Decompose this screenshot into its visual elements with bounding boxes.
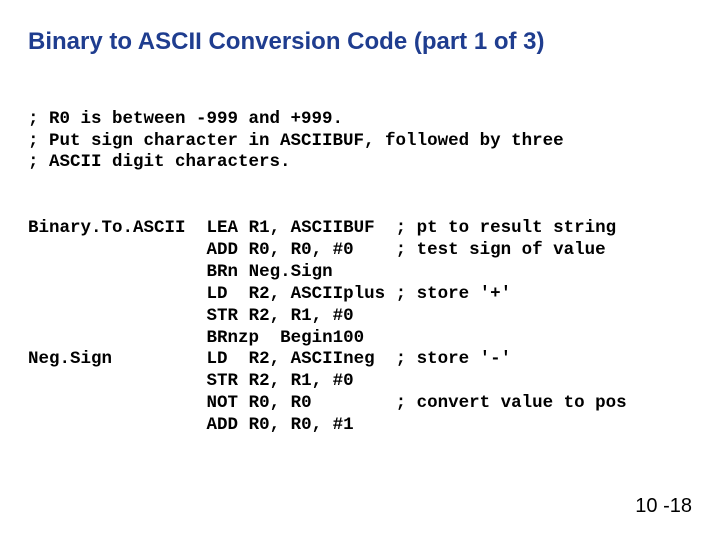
code-op: ADD — [207, 415, 239, 435]
code-comment: ; store '-' — [396, 349, 512, 369]
code-args: R0, R0 — [249, 393, 312, 413]
code-block: Binary.To.ASCII LEA R1, ASCIIBUF ; pt to… — [28, 196, 692, 437]
code-args: R2, R1, #0 — [249, 306, 354, 326]
comment-line: ; ASCII digit characters. — [28, 152, 291, 172]
code-args: R2, ASCIIneg — [249, 349, 375, 369]
code-comment: ; test sign of value — [396, 240, 606, 260]
code-op: ADD — [207, 240, 239, 260]
page-number: 10 -18 — [635, 495, 692, 518]
code-args: R2, R1, #0 — [249, 371, 354, 391]
code-args: Begin100 — [280, 328, 364, 348]
code-op: STR — [207, 371, 239, 391]
code-comment: ; pt to result string — [396, 218, 617, 238]
code-op: STR — [207, 306, 239, 326]
code-comment: ; convert value to pos — [396, 393, 627, 413]
code-op: LD — [207, 349, 228, 369]
code-op: NOT — [207, 393, 239, 413]
code-args: R0, R0, #1 — [249, 415, 354, 435]
comment-block: ; R0 is between -999 and +999. ; Put sig… — [28, 87, 692, 175]
code-args: R0, R0, #0 — [249, 240, 354, 260]
code-label: Binary.To.ASCII — [28, 218, 186, 238]
code-op: LEA — [207, 218, 239, 238]
code-op: BRnzp — [207, 328, 260, 348]
code-op: LD — [207, 284, 228, 304]
code-comment: ; store '+' — [396, 284, 512, 304]
comment-line: ; Put sign character in ASCIIBUF, follow… — [28, 131, 564, 151]
code-args: R2, ASCIIplus — [249, 284, 386, 304]
code-op: BRn — [207, 262, 239, 282]
comment-line: ; R0 is between -999 and +999. — [28, 109, 343, 129]
code-args: R1, ASCIIBUF — [249, 218, 375, 238]
code-label: Neg.Sign — [28, 349, 112, 369]
code-args: Neg.Sign — [249, 262, 333, 282]
slide-title: Binary to ASCII Conversion Code (part 1 … — [28, 28, 692, 57]
